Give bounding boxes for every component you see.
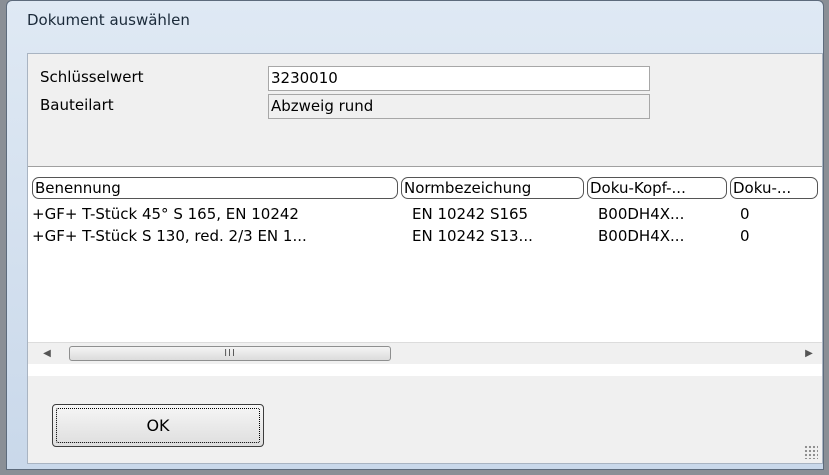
cell-benennung: +GF+ T-Stück 45° S 165, EN 10242 — [32, 205, 299, 223]
column-header-doku[interactable]: Doku-... — [730, 177, 818, 199]
window-title: Dokument auswählen — [27, 11, 190, 29]
cell-doku: 0 — [740, 227, 750, 245]
resize-grip-icon[interactable] — [804, 445, 818, 459]
horizontal-scrollbar[interactable]: ◀ III ▶ — [28, 342, 822, 364]
table-row[interactable]: +GF+ T-Stück 45° S 165, EN 10242 EN 1024… — [28, 203, 822, 225]
scroll-left-icon[interactable]: ◀ — [36, 343, 58, 364]
scrollbar-thumb[interactable]: III — [69, 346, 391, 361]
column-header-benennung[interactable]: Benennung — [32, 177, 398, 199]
scroll-right-icon[interactable]: ▶ — [798, 343, 820, 364]
key-value-field[interactable]: 3230010 — [268, 66, 650, 91]
cell-doku-kopf: B00DH4X... — [598, 205, 685, 223]
cell-doku-kopf: B00DH4X... — [598, 227, 685, 245]
cell-doku: 0 — [740, 205, 750, 223]
type-value-field: Abzweig rund — [268, 94, 650, 119]
cell-benennung: +GF+ T-Stück S 130, red. 2/3 EN 1... — [32, 227, 307, 245]
focus-rectangle — [56, 408, 260, 443]
dialog-client-area: Schlüsselwert 3230010 Bauteilart Abzweig… — [27, 53, 823, 464]
table-row[interactable]: +GF+ T-Stück S 130, red. 2/3 EN 1... EN … — [28, 225, 822, 247]
ok-button[interactable]: OK — [52, 404, 264, 447]
column-header-normbezeichung[interactable]: Normbezeichung — [401, 177, 584, 199]
column-header-doku-kopf[interactable]: Doku-Kopf-... — [587, 177, 727, 199]
cell-normbezeichung: EN 10242 S165 — [412, 205, 529, 223]
key-label: Schlüsselwert — [40, 68, 144, 86]
dialog-window: Dokument auswählen Schlüsselwert 3230010… — [6, 0, 824, 470]
type-label: Bauteilart — [40, 96, 114, 114]
cell-normbezeichung: EN 10242 S13... — [412, 227, 533, 245]
